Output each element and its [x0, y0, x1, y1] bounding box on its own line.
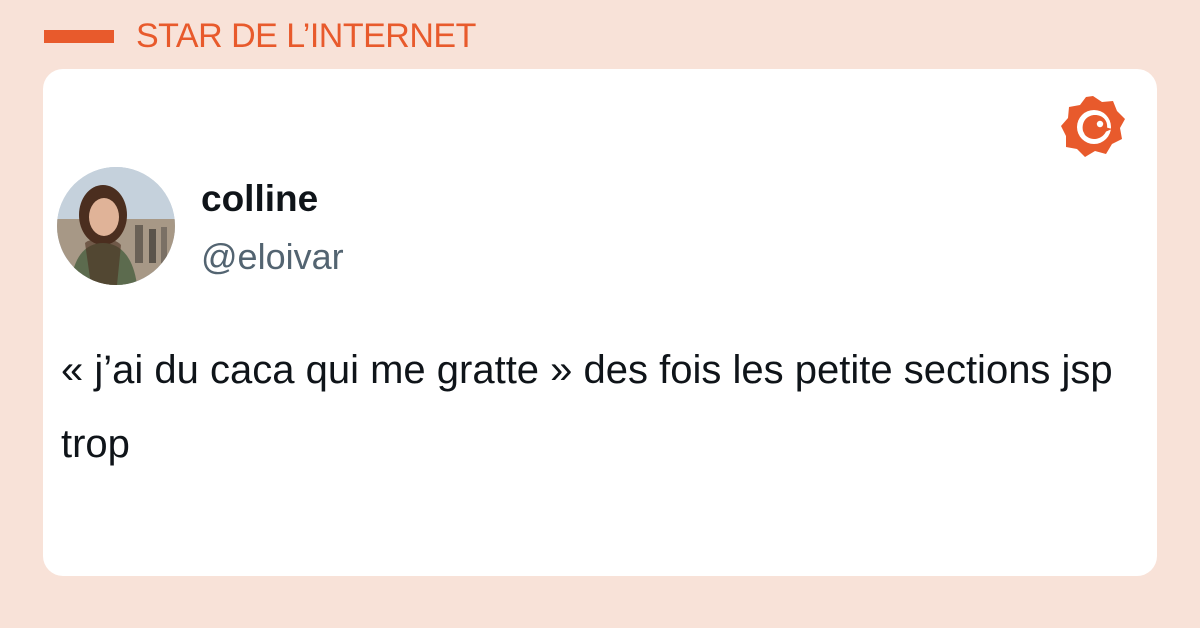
brand-logo-icon: [1061, 96, 1125, 157]
author-name[interactable]: colline: [201, 177, 318, 221]
header-accent-bar: [44, 30, 114, 43]
category-label: STAR DE L’INTERNET: [136, 17, 476, 55]
avatar-photo-icon: [57, 167, 175, 285]
avatar[interactable]: [57, 167, 175, 285]
tweet-card: colline @eloivar « j’ai du caca qui me g…: [43, 69, 1157, 576]
author-handle[interactable]: @eloivar: [201, 235, 344, 279]
tweet-text: « j’ai du caca qui me gratte » des fois …: [61, 348, 1113, 466]
